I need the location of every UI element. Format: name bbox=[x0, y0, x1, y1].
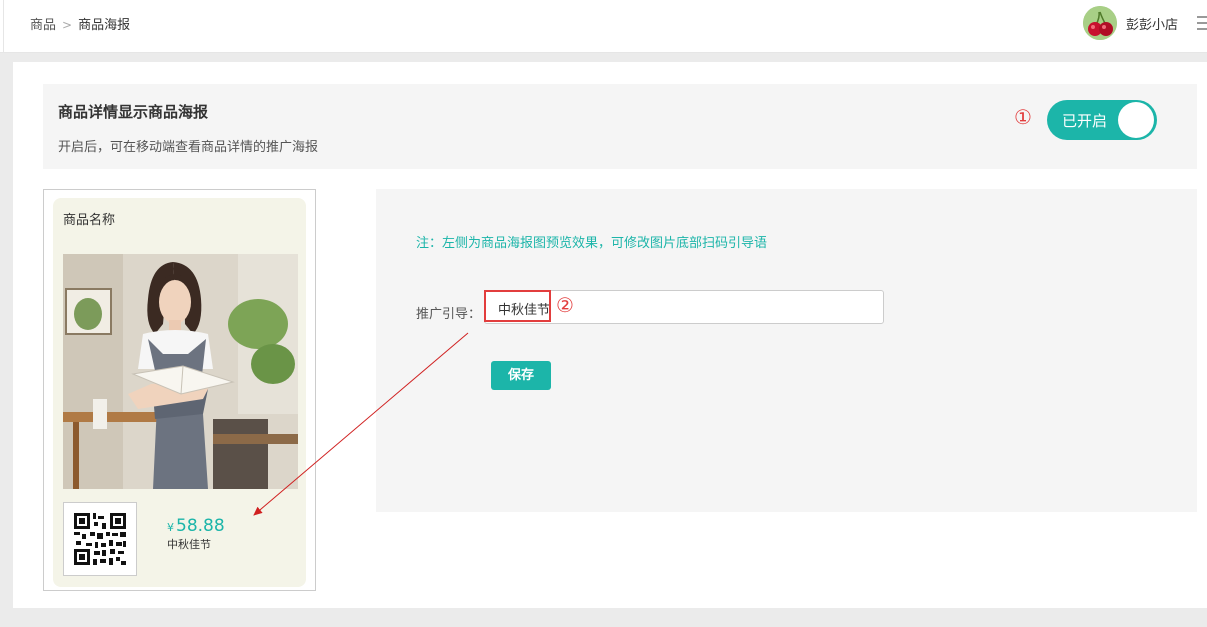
poster-preview: 商品名称 ¥ 58.88 中秋佳节 bbox=[53, 198, 306, 587]
annotation-two: ② bbox=[556, 293, 574, 317]
poster-slogan: 中秋佳节 bbox=[167, 538, 211, 551]
price-value: 58.88 bbox=[176, 516, 225, 536]
form-panel: 注：左侧为商品海报图预览效果，可修改图片底部扫码引导语 推广引导： 中秋佳节 ②… bbox=[376, 189, 1197, 512]
setting-title: 商品详情显示商品海报 bbox=[58, 103, 209, 121]
left-divider bbox=[3, 0, 4, 52]
shop-name[interactable]: 彭彭小店 bbox=[1126, 14, 1178, 33]
preview-note: 注：左侧为商品海报图预览效果，可修改图片底部扫码引导语 bbox=[416, 236, 768, 251]
poster-preview-frame: 商品名称 ¥ 58.88 中秋佳节 bbox=[43, 189, 316, 591]
currency-symbol: ¥ bbox=[167, 521, 174, 534]
toggle-label: 已开启 bbox=[1062, 112, 1108, 130]
menu-icon[interactable] bbox=[1197, 16, 1207, 30]
setting-description: 开启后，可在移动端查看商品详情的推广海报 bbox=[58, 140, 319, 155]
guide-label: 推广引导： bbox=[416, 307, 482, 322]
poster-toggle[interactable]: 已开启 bbox=[1047, 100, 1157, 140]
breadcrumb-separator: > bbox=[62, 18, 73, 32]
main-content: 商品详情显示商品海报 开启后，可在移动端查看商品详情的推广海报 ① 已开启 商品… bbox=[13, 62, 1207, 608]
annotation-one: ① bbox=[1014, 105, 1032, 129]
top-bar: 商品 > 商品海报 彭彭小店 bbox=[0, 0, 1207, 53]
product-photo bbox=[63, 254, 298, 489]
avatar[interactable] bbox=[1083, 6, 1117, 40]
poster-product-name: 商品名称 bbox=[63, 213, 116, 228]
poster-setting-card: 商品详情显示商品海报 开启后，可在移动端查看商品详情的推广海报 ① 已开启 bbox=[43, 84, 1197, 169]
annotation-highlight-box bbox=[484, 290, 551, 322]
poster-price: ¥58.88 bbox=[167, 516, 225, 536]
toggle-knob[interactable] bbox=[1118, 102, 1154, 138]
qr-code-icon bbox=[63, 502, 137, 576]
breadcrumb: 商品 > 商品海报 bbox=[30, 14, 130, 33]
save-button[interactable]: 保存 bbox=[491, 361, 551, 390]
breadcrumb-parent[interactable]: 商品 bbox=[30, 18, 56, 33]
breadcrumb-current: 商品海报 bbox=[78, 18, 131, 33]
